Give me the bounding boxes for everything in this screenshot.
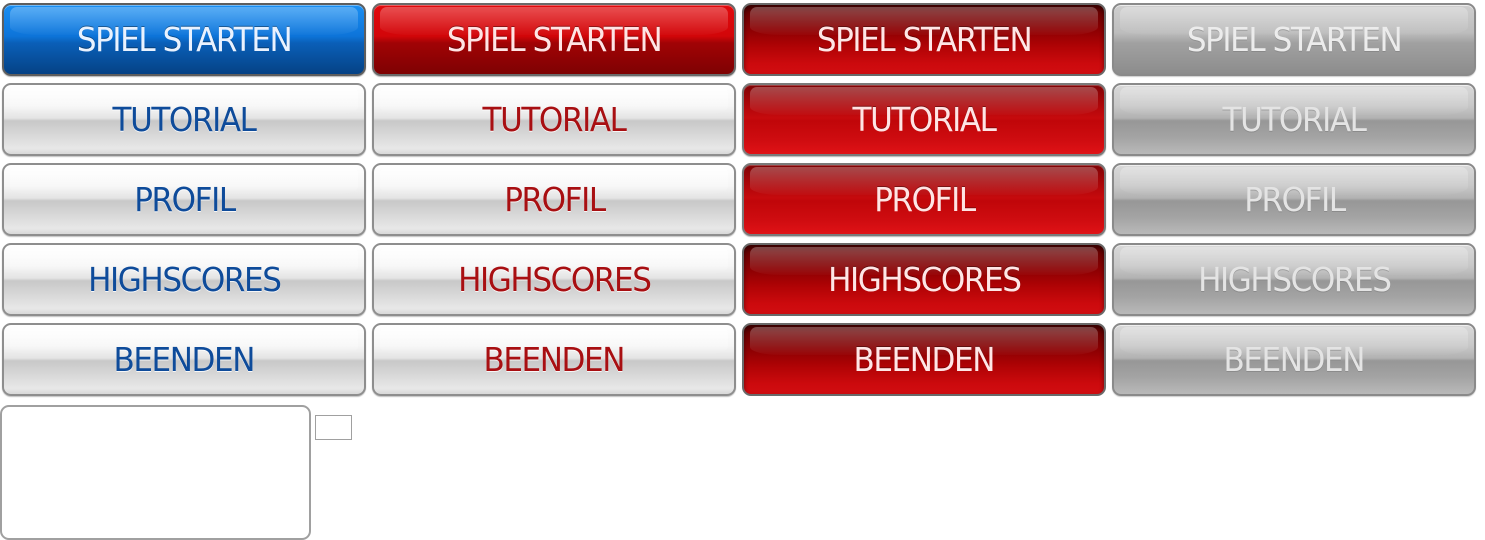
spiel-starten-button-red[interactable]: SPIEL STARTEN: [372, 3, 736, 76]
button-label: BEENDEN: [1223, 340, 1366, 379]
button-label: SPIEL STARTEN: [1186, 20, 1403, 59]
highscores-button-blue[interactable]: HIGHSCORES: [2, 243, 366, 316]
small-empty-box: [315, 415, 352, 440]
beenden-button-disabled[interactable]: BEENDEN: [1112, 323, 1476, 396]
button-label: SPIEL STARTEN: [76, 20, 293, 59]
button-label: SPIEL STARTEN: [816, 20, 1033, 59]
tutorial-button-hover[interactable]: TUTORIAL: [742, 83, 1106, 156]
profil-button-blue[interactable]: PROFIL: [2, 163, 366, 236]
button-label: HIGHSCORES: [457, 260, 652, 299]
button-label: TUTORIAL: [1222, 100, 1367, 139]
profil-button-red[interactable]: PROFIL: [372, 163, 736, 236]
highscores-button-red[interactable]: HIGHSCORES: [372, 243, 736, 316]
button-label: PROFIL: [1243, 180, 1346, 219]
beenden-button-blue[interactable]: BEENDEN: [2, 323, 366, 396]
tutorial-button-red[interactable]: TUTORIAL: [372, 83, 736, 156]
beenden-button-hover[interactable]: BEENDEN: [742, 323, 1106, 396]
button-label: TUTORIAL: [482, 100, 627, 139]
button-label: PROFIL: [503, 180, 606, 219]
empty-panel: [0, 405, 311, 540]
button-label: PROFIL: [133, 180, 236, 219]
button-grid: SPIEL STARTEN SPIEL STARTEN SPIEL STARTE…: [2, 3, 1476, 396]
button-label: HIGHSCORES: [87, 260, 282, 299]
button-label: HIGHSCORES: [1197, 260, 1392, 299]
button-label: SPIEL STARTEN: [446, 20, 663, 59]
highscores-button-hover[interactable]: HIGHSCORES: [742, 243, 1106, 316]
button-label: HIGHSCORES: [827, 260, 1022, 299]
button-label: BEENDEN: [483, 340, 626, 379]
button-label: TUTORIAL: [112, 100, 257, 139]
button-label: TUTORIAL: [852, 100, 997, 139]
button-label: BEENDEN: [853, 340, 996, 379]
profil-button-hover[interactable]: PROFIL: [742, 163, 1106, 236]
beenden-button-red[interactable]: BEENDEN: [372, 323, 736, 396]
button-label: PROFIL: [873, 180, 976, 219]
profil-button-disabled[interactable]: PROFIL: [1112, 163, 1476, 236]
button-label: BEENDEN: [113, 340, 256, 379]
spiel-starten-button-hover[interactable]: SPIEL STARTEN: [742, 3, 1106, 76]
spiel-starten-button-blue[interactable]: SPIEL STARTEN: [2, 3, 366, 76]
tutorial-button-disabled[interactable]: TUTORIAL: [1112, 83, 1476, 156]
spiel-starten-button-disabled[interactable]: SPIEL STARTEN: [1112, 3, 1476, 76]
tutorial-button-blue[interactable]: TUTORIAL: [2, 83, 366, 156]
highscores-button-disabled[interactable]: HIGHSCORES: [1112, 243, 1476, 316]
